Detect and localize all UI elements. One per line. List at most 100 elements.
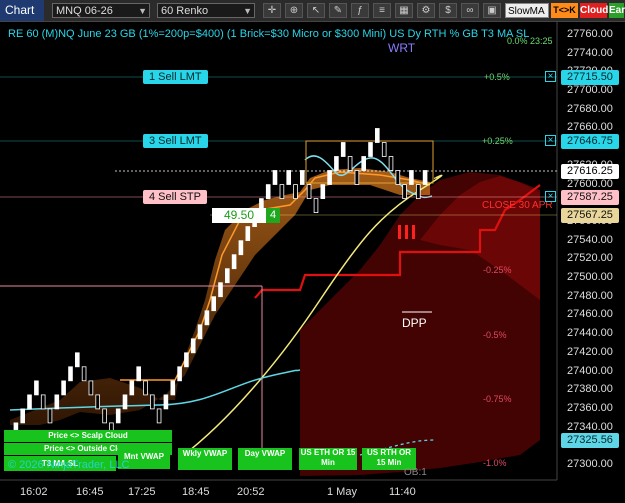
time-tick: 1 May [327, 486, 357, 498]
lower-price-label: 27325.56 [561, 433, 619, 448]
renko-brick-down [347, 156, 353, 171]
renko-brick-up [334, 156, 339, 171]
renko-brick-up [340, 142, 346, 157]
order-label-sell-lmt-3[interactable]: 3 Sell LMT [143, 134, 208, 148]
renko-brick-up [34, 380, 39, 396]
renko-brick-down [156, 408, 162, 424]
renko-brick-up [204, 310, 210, 326]
pct-level-plus-050: +0.5% [484, 72, 510, 82]
time-tick: 17:25 [128, 486, 156, 498]
renko-brick-down [279, 184, 285, 200]
price-tick: 27600.00 [567, 177, 613, 190]
red-brick [412, 225, 415, 239]
price-tick: 27480.00 [567, 289, 613, 302]
renko-brick-down [81, 366, 87, 382]
price-tick: 27420.00 [567, 345, 613, 358]
time-tick: 20:52 [237, 486, 265, 498]
renko-brick-down [88, 380, 94, 396]
renko-brick-down [149, 394, 155, 410]
red-brick [398, 225, 401, 239]
time-tick: 16:45 [76, 486, 104, 498]
pct-level-plus-025: +0.25% [482, 136, 513, 146]
wkly-vwap-button[interactable]: Wkly VWAP [178, 448, 232, 470]
wrt-label: WRT [388, 41, 416, 55]
renko-brick-up [286, 170, 291, 185]
renko-brick-down [415, 184, 421, 200]
renko-brick-up [170, 380, 176, 396]
renko-brick-up [320, 184, 326, 200]
price-tick: 27520.00 [567, 252, 613, 265]
renko-brick-up [197, 324, 203, 340]
cancel-order-3-icon[interactable]: × [545, 135, 556, 146]
order-price-sell-lmt-3: 27646.75 [561, 134, 619, 149]
price-tick: 27360.00 [567, 401, 613, 414]
renko-brick-up [299, 170, 305, 185]
copyright-text: © 2026 NinjaTrader, LLC [8, 459, 130, 471]
renko-brick-up [327, 170, 332, 185]
renko-brick-up [368, 142, 373, 157]
renko-brick-up [61, 380, 66, 396]
renko-brick-down [306, 184, 312, 200]
price-tick: 27700.00 [567, 84, 613, 97]
renko-brick-down [354, 170, 360, 185]
renko-brick-down [95, 394, 101, 410]
renko-brick-down [293, 184, 298, 200]
renko-brick-up [27, 394, 32, 410]
price-tick: 27760.00 [567, 28, 613, 40]
order-price-sell-lmt-1: 27715.50 [561, 70, 619, 85]
price-tick: 27440.00 [567, 327, 613, 340]
last-price-label: 27616.25 [561, 164, 619, 179]
renko-brick-down [102, 408, 107, 424]
price-tick: 27460.00 [567, 308, 613, 321]
renko-brick-down [381, 142, 387, 157]
order-label-sell-stp-4[interactable]: 4 Sell STP [143, 190, 207, 204]
time-tick: 18:45 [182, 486, 210, 498]
renko-brick-up [115, 408, 121, 424]
renko-brick-up [231, 254, 237, 270]
renko-brick-up [122, 394, 128, 410]
price-tick: 27680.00 [567, 102, 613, 115]
position-pnl[interactable]: 49.50 [212, 208, 266, 223]
renko-brick-up [54, 394, 60, 410]
day-vwap-button[interactable]: Day VWAP [238, 448, 292, 470]
price-tick: 27300.00 [567, 458, 613, 470]
header-percent: 0.0% 23:25 [507, 36, 553, 46]
cancel-order-1-icon[interactable]: × [545, 71, 556, 82]
price-chart[interactable] [0, 0, 625, 503]
chart-title: RE 60 (M)NQ June 23 GB (1%=200p=$400) (1… [8, 28, 530, 40]
us-eth-or-button[interactable]: US ETH OR 15 Min [299, 448, 357, 470]
renko-brick-up [75, 352, 80, 368]
renko-brick-up [374, 128, 380, 143]
renko-brick-up [211, 296, 217, 312]
pct-level-minus-050: -0.5% [483, 330, 507, 340]
price-tick: 27660.00 [567, 121, 613, 134]
dpp-label: DPP [402, 316, 427, 330]
price-scalp-cloud-button[interactable]: Price <> Scalp Cloud [4, 430, 172, 442]
time-tick: 16:02 [20, 486, 48, 498]
renko-brick-down [313, 198, 319, 214]
price-tick: 27540.00 [567, 233, 613, 246]
pct-level-minus-075: -0.75% [483, 394, 512, 404]
renko-brick-up [68, 366, 73, 382]
price-tick: 27340.00 [567, 420, 613, 433]
pct-level-minus-025: -0.25% [483, 265, 512, 275]
renko-brick-up [265, 184, 271, 200]
renko-brick-up [224, 268, 230, 284]
close-label: CLOSE 30 APR [482, 200, 553, 211]
renko-brick-up [361, 156, 366, 171]
renko-brick-up [177, 366, 182, 382]
renko-brick-up [136, 366, 142, 382]
price-tick: 27380.00 [567, 383, 613, 396]
renko-brick-up [422, 170, 428, 185]
price-tick: 27740.00 [567, 46, 613, 59]
support-price-label: 27567.25 [561, 208, 619, 223]
ob-label: OB:1 [404, 467, 427, 478]
cancel-order-4-icon[interactable]: × [545, 191, 556, 202]
order-label-sell-lmt-1[interactable]: 1 Sell LMT [143, 70, 208, 84]
renko-brick-down [143, 380, 148, 396]
renko-brick-up [190, 338, 196, 354]
renko-brick-up [184, 352, 189, 368]
renko-brick-up [245, 226, 251, 242]
position-quantity[interactable]: 4 [266, 208, 280, 223]
renko-brick-up [272, 170, 278, 185]
